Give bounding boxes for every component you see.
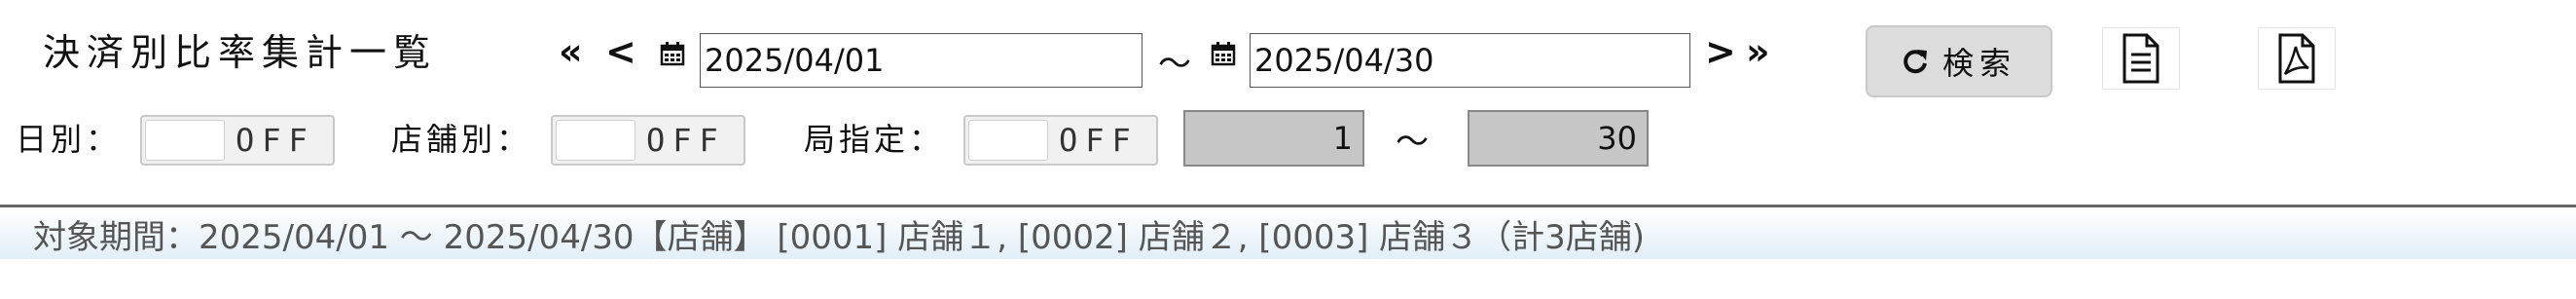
pdf-icon xyxy=(2278,33,2315,84)
daily-toggle[interactable]: OFF xyxy=(140,115,335,166)
daily-toggle-state: OFF xyxy=(236,122,315,159)
last-period-button[interactable]: » xyxy=(1746,29,1770,74)
first-period-button[interactable]: « xyxy=(559,29,583,74)
station-toggle[interactable]: OFF xyxy=(963,115,1158,166)
start-date-input[interactable] xyxy=(700,33,1143,88)
page-title: 決済別比率集計一覧 xyxy=(43,31,438,74)
station-from-input[interactable] xyxy=(1183,110,1364,167)
document-export-button[interactable] xyxy=(2102,27,2180,90)
station-label: 局指定： xyxy=(804,121,945,158)
end-date-input[interactable] xyxy=(1250,33,1690,88)
calendar-icon[interactable] xyxy=(660,41,685,66)
toggle-knob xyxy=(556,120,635,161)
station-toggle-state: OFF xyxy=(1059,122,1139,159)
store-toggle-state: OFF xyxy=(646,122,726,159)
refresh-icon xyxy=(1904,50,1927,74)
period-summary: 対象期間：2025/04/01 ～ 2025/04/30【店舗】 [0001] … xyxy=(33,218,1646,257)
prev-period-button[interactable]: < xyxy=(605,29,636,74)
store-toggle[interactable]: OFF xyxy=(551,115,745,166)
daily-label: 日別： xyxy=(16,121,122,158)
search-button[interactable]: 検索 xyxy=(1866,25,2052,97)
station-range-separator: ～ xyxy=(1396,123,1429,162)
store-label: 店舗別： xyxy=(391,121,532,158)
toggle-knob xyxy=(968,120,1048,161)
toggle-knob xyxy=(145,120,225,161)
next-period-button[interactable]: > xyxy=(1705,29,1736,74)
date-range-separator: ～ xyxy=(1158,45,1191,84)
station-to-input[interactable] xyxy=(1468,110,1649,167)
pdf-export-button[interactable] xyxy=(2258,27,2336,90)
document-icon xyxy=(2122,33,2159,84)
calendar-icon[interactable] xyxy=(1211,41,1236,66)
search-button-label: 検索 xyxy=(1941,45,2016,82)
